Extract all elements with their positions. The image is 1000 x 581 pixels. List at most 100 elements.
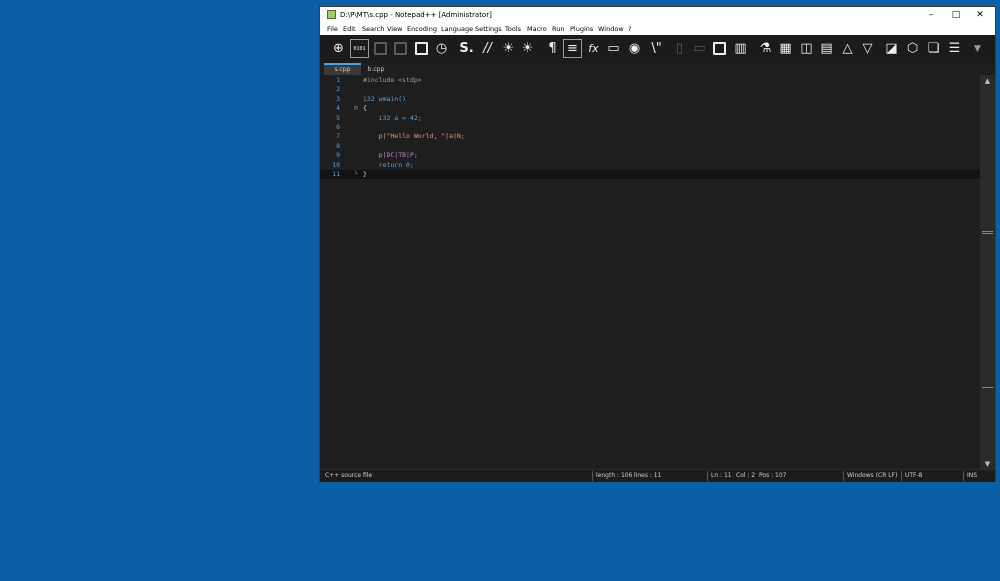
save-all-icon[interactable] — [391, 39, 410, 58]
menu-edit[interactable]: Edit — [343, 23, 356, 35]
fold-minus-icon[interactable]: ⊟ — [354, 104, 358, 113]
status-eol[interactable]: Windows (CR LF) — [847, 470, 897, 482]
triangle-down-icon[interactable]: ▽ — [858, 39, 877, 58]
word-wrap-icon[interactable]: ≡ — [563, 39, 582, 58]
triangle-up-icon[interactable]: △ — [838, 39, 857, 58]
line-number: 3 — [336, 94, 340, 103]
code-text: i32 wmain() — [363, 94, 407, 103]
scroll-up-arrow-icon[interactable]: ▲ — [980, 77, 995, 85]
camera-icon[interactable]: ◉ — [625, 39, 644, 58]
scroll-thumb-grip[interactable] — [982, 233, 993, 234]
toolbar: ⊕ 0101 ◷ S. // ☀ ☀ ¶ ≡ fx ▭ ◉ \" ▯ ▭ ▥ ⚗… — [320, 35, 995, 63]
table-icon[interactable]: ▦ — [776, 39, 795, 58]
menu-encoding[interactable]: Encoding — [407, 23, 437, 35]
notepad-app-icon[interactable] — [327, 10, 336, 19]
menu-run[interactable]: Run — [552, 23, 564, 35]
debug-icon[interactable]: ☀ — [499, 39, 518, 58]
status-lines: lines : 11 — [634, 472, 662, 479]
scroll-marker — [982, 387, 993, 388]
status-column: Col : 2 — [736, 472, 756, 479]
line-number: 8 — [336, 141, 340, 150]
list-icon[interactable]: ☰ — [945, 39, 964, 58]
chart-icon[interactable]: ◪ — [882, 39, 901, 58]
function-icon[interactable]: fx — [584, 39, 603, 58]
menu-language[interactable]: Language — [441, 23, 473, 35]
code-line-current: 11 └ } — [320, 170, 980, 180]
binary-view-icon[interactable]: 0101 — [350, 39, 369, 58]
status-separator — [843, 471, 844, 481]
code-text: return 0; — [363, 160, 414, 169]
code-editor[interactable]: 1 #include <stdp> 2 3 i32 wmain() 4 ⊟ { … — [320, 75, 980, 469]
line-number: 2 — [336, 85, 340, 94]
status-insert-mode[interactable]: INS — [967, 470, 977, 482]
tab-s-cpp[interactable]: s.cpp — [324, 63, 361, 75]
code-line: 6 — [320, 123, 980, 132]
scroll-thumb[interactable] — [982, 231, 993, 232]
code-line: 9 p|DC|TB|P; — [320, 151, 980, 160]
title-bar[interactable]: D:\P\MT\s.cpp - Notepad++ [Administrator… — [320, 7, 995, 23]
flask-icon[interactable]: ⚗ — [756, 39, 775, 58]
vertical-scrollbar[interactable]: ▲ ▼ — [980, 75, 995, 469]
cube-icon[interactable]: ⬡ — [903, 39, 922, 58]
tab-b-cpp[interactable]: b.cpp — [361, 63, 391, 75]
tab-bar: s.cpp b.cpp — [320, 63, 995, 75]
maximize-button[interactable]: □ — [944, 7, 968, 23]
scroll-down-arrow-icon[interactable]: ▼ — [980, 460, 995, 468]
line-number: 6 — [336, 123, 340, 131]
menu-tools[interactable]: Tools — [505, 23, 521, 35]
plugin-icon[interactable]: ❏ — [924, 39, 943, 58]
monitor-icon[interactable]: ▭ — [604, 39, 623, 58]
status-position: Pos : 107 — [759, 472, 787, 479]
minimize-button[interactable]: – — [919, 7, 943, 23]
comment-icon[interactable]: // — [478, 39, 497, 58]
panel-icon[interactable]: ◫ — [797, 39, 816, 58]
code-text: i32 a = 42; — [363, 113, 422, 122]
code-text: p|DC|TB|P; — [363, 151, 418, 160]
menu-file[interactable]: File — [327, 23, 338, 35]
status-encoding[interactable]: UTF-8 — [905, 470, 923, 482]
status-line-number: Ln : 11 — [711, 472, 732, 479]
line-number: 5 — [336, 113, 340, 122]
overflow-icon[interactable]: ▼ — [968, 39, 987, 58]
menu-view[interactable]: View — [387, 23, 402, 35]
menu-macro[interactable]: Macro — [527, 23, 547, 35]
columns-icon[interactable]: ▥ — [731, 39, 750, 58]
code-line: 1 #include <stdp> — [320, 76, 980, 85]
status-bar: C++ source file length : 106 lines : 11 … — [320, 469, 995, 482]
code-line: 4 ⊟ { — [320, 104, 980, 113]
line-number: 1 — [336, 76, 340, 84]
fold-end-icon: └ — [354, 170, 358, 178]
code-line: 8 — [320, 142, 980, 151]
notepad-window: D:\P\MT\s.cpp - Notepad++ [Administrator… — [319, 6, 996, 482]
debug-alt-icon[interactable]: ☀ — [518, 39, 537, 58]
menu-search[interactable]: Search — [362, 23, 384, 35]
line-number: 11 — [332, 170, 340, 178]
document-icon[interactable]: ▤ — [817, 39, 836, 58]
menu-bar: File Edit Search View Encoding Language … — [320, 23, 995, 35]
line-number: 10 — [332, 160, 340, 169]
resize-icon[interactable]: ▭ — [690, 39, 709, 58]
line-number: 4 — [336, 104, 340, 113]
phone-icon[interactable]: ▯ — [670, 39, 689, 58]
split-icon[interactable] — [710, 39, 729, 58]
close-button[interactable]: ✕ — [968, 7, 992, 23]
line-number: 7 — [336, 132, 340, 141]
menu-help[interactable]: ? — [628, 23, 631, 35]
new-file-icon[interactable]: ⊕ — [329, 39, 348, 58]
book-icon[interactable] — [412, 39, 431, 58]
line-number: 9 — [336, 151, 340, 160]
status-file-type: C++ source file — [325, 472, 373, 479]
code-text: #include <stdp> — [363, 76, 422, 84]
code-text: { — [363, 104, 367, 113]
menu-plugins[interactable]: Plugins — [570, 23, 593, 35]
menu-settings[interactable]: Settings — [475, 23, 502, 35]
menu-window[interactable]: Window — [598, 23, 624, 35]
code-line: 10 return 0; — [320, 161, 980, 170]
pilcrow-icon[interactable]: ¶ — [543, 39, 562, 58]
spell-check-icon[interactable]: S. — [457, 39, 476, 58]
save-icon[interactable] — [371, 39, 390, 58]
escape-icon[interactable]: \" — [647, 39, 666, 58]
history-icon[interactable]: ◷ — [432, 39, 451, 58]
status-separator — [963, 471, 964, 481]
code-text: } — [363, 170, 367, 178]
